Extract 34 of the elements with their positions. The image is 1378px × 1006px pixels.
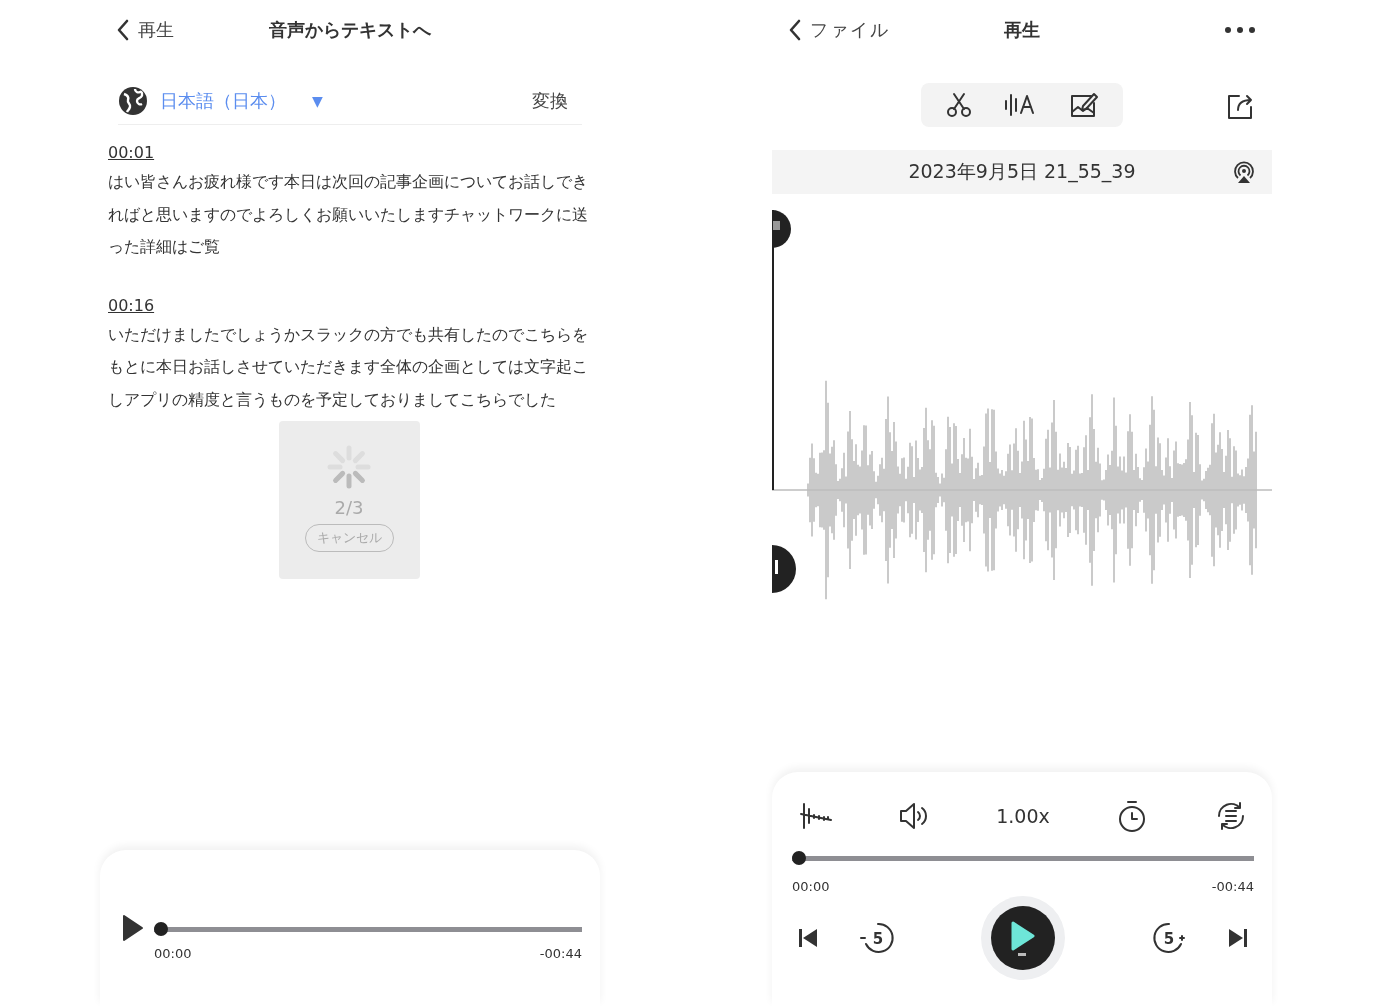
transcript-text: はい皆さんお疲れ様です本日は次回の記事企画についてお話しできればと思いますのでよろしくお願いいたしますチャットワークに送った詳細はご覧 bbox=[108, 172, 589, 258]
back-button[interactable]: ファイル bbox=[788, 18, 890, 42]
remaining-time: -00:44 bbox=[1211, 879, 1254, 894]
speed-button[interactable]: 1.00x bbox=[996, 805, 1050, 827]
progress-count: 2/3 bbox=[334, 497, 364, 518]
elapsed-time: 00:00 bbox=[792, 879, 830, 894]
skip-previous-icon[interactable] bbox=[796, 926, 820, 950]
noise-reduction-icon[interactable] bbox=[798, 801, 832, 831]
slider-thumb[interactable] bbox=[154, 922, 168, 936]
timestamp[interactable]: 00:16 bbox=[108, 295, 155, 315]
slider-thumb[interactable] bbox=[792, 851, 806, 865]
convert-button[interactable]: 変換 bbox=[532, 89, 568, 113]
timestamp[interactable]: 00:01 bbox=[108, 143, 155, 162]
airplay-icon[interactable] bbox=[1232, 160, 1256, 184]
play-icon bbox=[1010, 920, 1036, 956]
remaining-time: -00:44 bbox=[539, 946, 582, 961]
recording-title: 2023年9月5日 21_55_39 bbox=[908, 159, 1136, 185]
spinner-icon bbox=[327, 445, 371, 489]
skip-next-icon[interactable] bbox=[1226, 926, 1250, 950]
elapsed-time: 00:00 bbox=[154, 946, 192, 961]
scissors-icon[interactable] bbox=[945, 91, 973, 119]
playhead-drawing[interactable] bbox=[772, 209, 796, 593]
screen-title: 音声からテキストへ bbox=[269, 19, 431, 40]
globe-icon bbox=[118, 86, 148, 116]
edit-image-icon[interactable] bbox=[1069, 91, 1099, 119]
play-icon[interactable] bbox=[122, 914, 144, 942]
transcript-text: いただけましたでしょうかスラックの方でも共有したのでこちらをもとに本日お話しさせていただきます全体の企画としては文字起こしアプリの精度と言うものを予定しておりましてこちらでした bbox=[108, 324, 589, 411]
share-icon[interactable] bbox=[1226, 92, 1254, 120]
chevron-icon bbox=[788, 19, 802, 41]
back-button[interactable]: 再生 bbox=[116, 18, 174, 42]
screen-title: 再生 bbox=[1004, 19, 1040, 40]
more-icon[interactable] bbox=[1224, 26, 1256, 34]
chevron-icon bbox=[116, 19, 130, 41]
caret-icon: ▼ bbox=[312, 93, 323, 109]
